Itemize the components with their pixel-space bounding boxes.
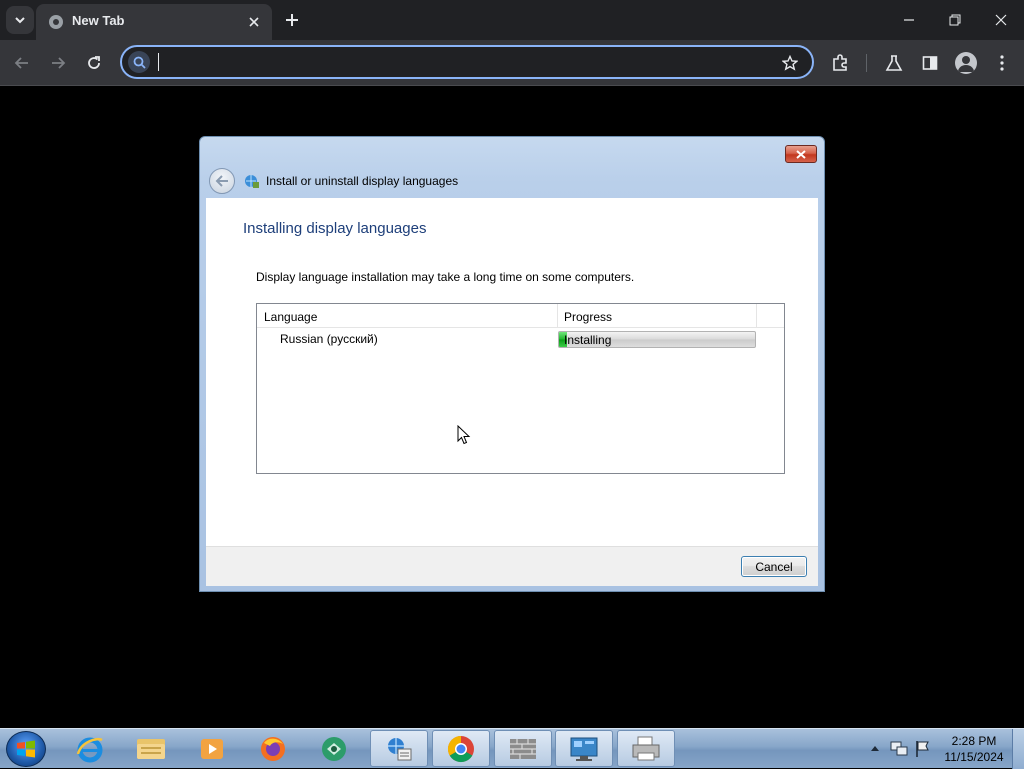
search-icon (128, 51, 150, 73)
star-icon (782, 55, 798, 71)
mouse-pointer-icon (457, 425, 471, 445)
close-window-button[interactable] (978, 0, 1024, 40)
bookmark-star-button[interactable] (780, 53, 800, 73)
column-divider[interactable] (557, 304, 558, 327)
minimize-icon (904, 19, 914, 21)
reload-icon (88, 56, 100, 69)
language-list[interactable]: Language Progress Russian (русский) Inst… (256, 303, 785, 474)
taskbar-green-app[interactable] (305, 730, 363, 767)
list-item-language[interactable]: Russian (русский) (280, 332, 378, 346)
column-divider[interactable] (756, 304, 757, 327)
network-icon[interactable] (890, 740, 908, 758)
extensions-button[interactable] (828, 51, 852, 75)
column-header-language[interactable]: Language (264, 310, 317, 324)
taskbar: 2:28 PM 11/15/2024 (0, 728, 1024, 769)
arrow-left-icon (215, 175, 228, 187)
description-text: Display language installation may take a… (256, 270, 635, 284)
arrow-right-icon (52, 57, 66, 69)
dialog-content: Installing display languages Display lan… (206, 198, 818, 546)
windows-logo-icon (17, 740, 35, 758)
toolbar-separator (866, 54, 867, 72)
taskbar-control-panel[interactable] (555, 730, 613, 767)
close-icon (796, 149, 806, 159)
side-panel-button[interactable] (918, 51, 942, 75)
address-bar[interactable] (120, 45, 814, 79)
taskbar-firewall[interactable] (494, 730, 552, 767)
install-languages-dialog: Install or uninstall display languages I… (199, 136, 825, 592)
taskbar-media-player[interactable] (183, 730, 241, 767)
tab-new-tab[interactable]: New Tab (36, 4, 272, 40)
windows-explorer-icon (137, 738, 165, 759)
close-icon (249, 17, 259, 27)
clock-time[interactable]: 2:28 PM (942, 734, 1006, 748)
side-panel-icon (922, 56, 938, 70)
minimize-button[interactable] (886, 0, 932, 40)
dialog-close-button[interactable] (785, 145, 817, 163)
new-tab-button[interactable] (280, 8, 304, 32)
text-caret (158, 53, 159, 71)
firewall-icon (510, 738, 536, 759)
restore-icon (949, 14, 961, 26)
show-hidden-icons-icon[interactable] (870, 744, 880, 752)
taskbar-internet-explorer[interactable] (61, 730, 119, 767)
browser-toolbar (0, 40, 1024, 86)
more-vert-icon (1000, 55, 1004, 71)
list-header: Language Progress (257, 304, 784, 328)
taskbar-chrome[interactable] (432, 730, 490, 767)
taskbar-firefox[interactable] (244, 730, 302, 767)
page-title: Installing display languages (243, 220, 427, 237)
chrome-menu-button[interactable] (990, 51, 1014, 75)
progress-status: Installing (564, 333, 612, 347)
profile-avatar-button[interactable] (955, 52, 977, 74)
clock-date[interactable]: 11/15/2024 (942, 750, 1006, 764)
media-player-icon (201, 738, 223, 759)
person-icon (958, 56, 974, 72)
forward-button[interactable] (46, 51, 70, 75)
firefox-icon (261, 736, 285, 761)
chevron-down-icon (15, 17, 25, 24)
tab-search-button[interactable] (6, 6, 34, 34)
start-button[interactable] (6, 731, 46, 767)
printer-icon (632, 736, 660, 760)
arrow-left-icon (14, 57, 28, 69)
show-desktop-button[interactable] (1012, 729, 1024, 769)
reload-button[interactable] (82, 51, 106, 75)
close-icon (995, 14, 1007, 26)
action-center-flag-icon[interactable] (914, 740, 930, 758)
back-button[interactable] (10, 51, 34, 75)
column-header-progress[interactable]: Progress (564, 310, 612, 324)
plus-icon (286, 14, 298, 26)
tab-close-button[interactable] (244, 12, 264, 32)
dialog-footer: Cancel (206, 546, 818, 586)
control-panel-icon (570, 737, 598, 761)
chrome-icon (447, 735, 474, 762)
tab-title: New Tab (72, 13, 125, 28)
browser-titlebar: New Tab (0, 0, 1024, 40)
flask-icon (885, 55, 903, 71)
dialog-nav-title: Install or uninstall display languages (266, 174, 459, 188)
puzzle-icon (833, 54, 847, 71)
install-progress-bar: Installing (558, 331, 756, 348)
taskbar-windows-explorer[interactable] (122, 730, 180, 767)
taskbar-network-settings[interactable] (370, 730, 428, 767)
restore-button[interactable] (932, 0, 978, 40)
taskbar-printer[interactable] (617, 730, 675, 767)
globe-icon (49, 15, 63, 29)
network-settings-icon (388, 737, 412, 760)
labs-button[interactable] (882, 51, 906, 75)
language-globe-icon (245, 175, 259, 188)
dialog-nav-row: Install or uninstall display languages (206, 167, 816, 197)
cancel-button[interactable]: Cancel (741, 556, 807, 577)
internet-explorer-icon (76, 737, 103, 762)
dialog-back-button[interactable] (209, 168, 235, 194)
address-input[interactable] (156, 51, 766, 73)
green-app-icon (322, 736, 346, 761)
